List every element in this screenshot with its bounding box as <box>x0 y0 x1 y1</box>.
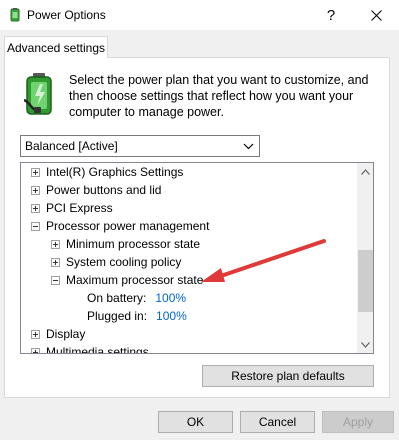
chevron-down-icon <box>361 341 370 348</box>
expand-icon[interactable] <box>51 257 60 267</box>
scroll-down-button[interactable] <box>357 336 373 353</box>
window-title: Power Options <box>27 8 106 22</box>
apply-button[interactable]: Apply <box>322 411 394 433</box>
help-button[interactable]: ? <box>308 0 354 30</box>
plugged-in-value[interactable]: 100% <box>156 309 187 323</box>
annotation-arrow <box>201 239 326 282</box>
battery-icon <box>24 73 52 115</box>
power-plan-value: Balanced [Active] <box>25 139 118 153</box>
on-battery-value[interactable]: 100% <box>155 291 186 305</box>
vertical-scrollbar[interactable] <box>357 163 373 353</box>
tree-item-system-cooling[interactable]: System cooling policy <box>51 253 181 271</box>
expand-icon[interactable] <box>51 239 60 249</box>
scroll-thumb[interactable] <box>358 250 373 312</box>
chevron-up-icon <box>361 168 370 175</box>
power-options-icon <box>10 8 20 22</box>
expand-icon[interactable] <box>31 185 40 195</box>
help-icon: ? <box>326 6 336 24</box>
title-bar: Power Options ? <box>0 0 399 30</box>
tab-advanced-settings[interactable]: Advanced settings <box>4 36 108 58</box>
tree-item-intel-graphics[interactable]: Intel(R) Graphics Settings <box>31 163 183 181</box>
ok-button[interactable]: OK <box>158 411 233 433</box>
tree-item-pci-express[interactable]: PCI Express <box>31 199 113 217</box>
tree-item-power-buttons[interactable]: Power buttons and lid <box>31 181 161 199</box>
close-button[interactable] <box>353 0 399 30</box>
chevron-down-icon <box>243 143 254 150</box>
tree-item-on-battery: On battery: 100% <box>87 291 187 305</box>
close-icon <box>370 9 382 21</box>
scroll-up-button[interactable] <box>357 163 373 180</box>
power-plan-select[interactable]: Balanced [Active] <box>20 135 260 157</box>
expand-icon[interactable] <box>31 167 40 177</box>
tree-item-plugged-in: Plugged in: 100% <box>87 309 187 323</box>
tree-item-min-processor-state[interactable]: Minimum processor state <box>51 235 200 253</box>
cancel-button[interactable]: Cancel <box>240 411 315 433</box>
tree-item-display[interactable]: Display <box>31 325 85 343</box>
expand-icon[interactable] <box>31 347 40 353</box>
expand-icon[interactable] <box>31 203 40 213</box>
expand-icon[interactable] <box>31 329 40 339</box>
tree-item-multimedia[interactable]: Multimedia settings <box>31 343 149 353</box>
restore-plan-defaults-button[interactable]: Restore plan defaults <box>202 365 374 387</box>
collapse-icon[interactable] <box>51 275 60 285</box>
tree-item-processor-power[interactable]: Processor power management <box>31 217 209 235</box>
tree-item-max-processor-state[interactable]: Maximum processor state <box>51 271 203 289</box>
collapse-icon[interactable] <box>31 221 40 231</box>
intro-text: Select the power plan that you want to c… <box>69 73 369 119</box>
